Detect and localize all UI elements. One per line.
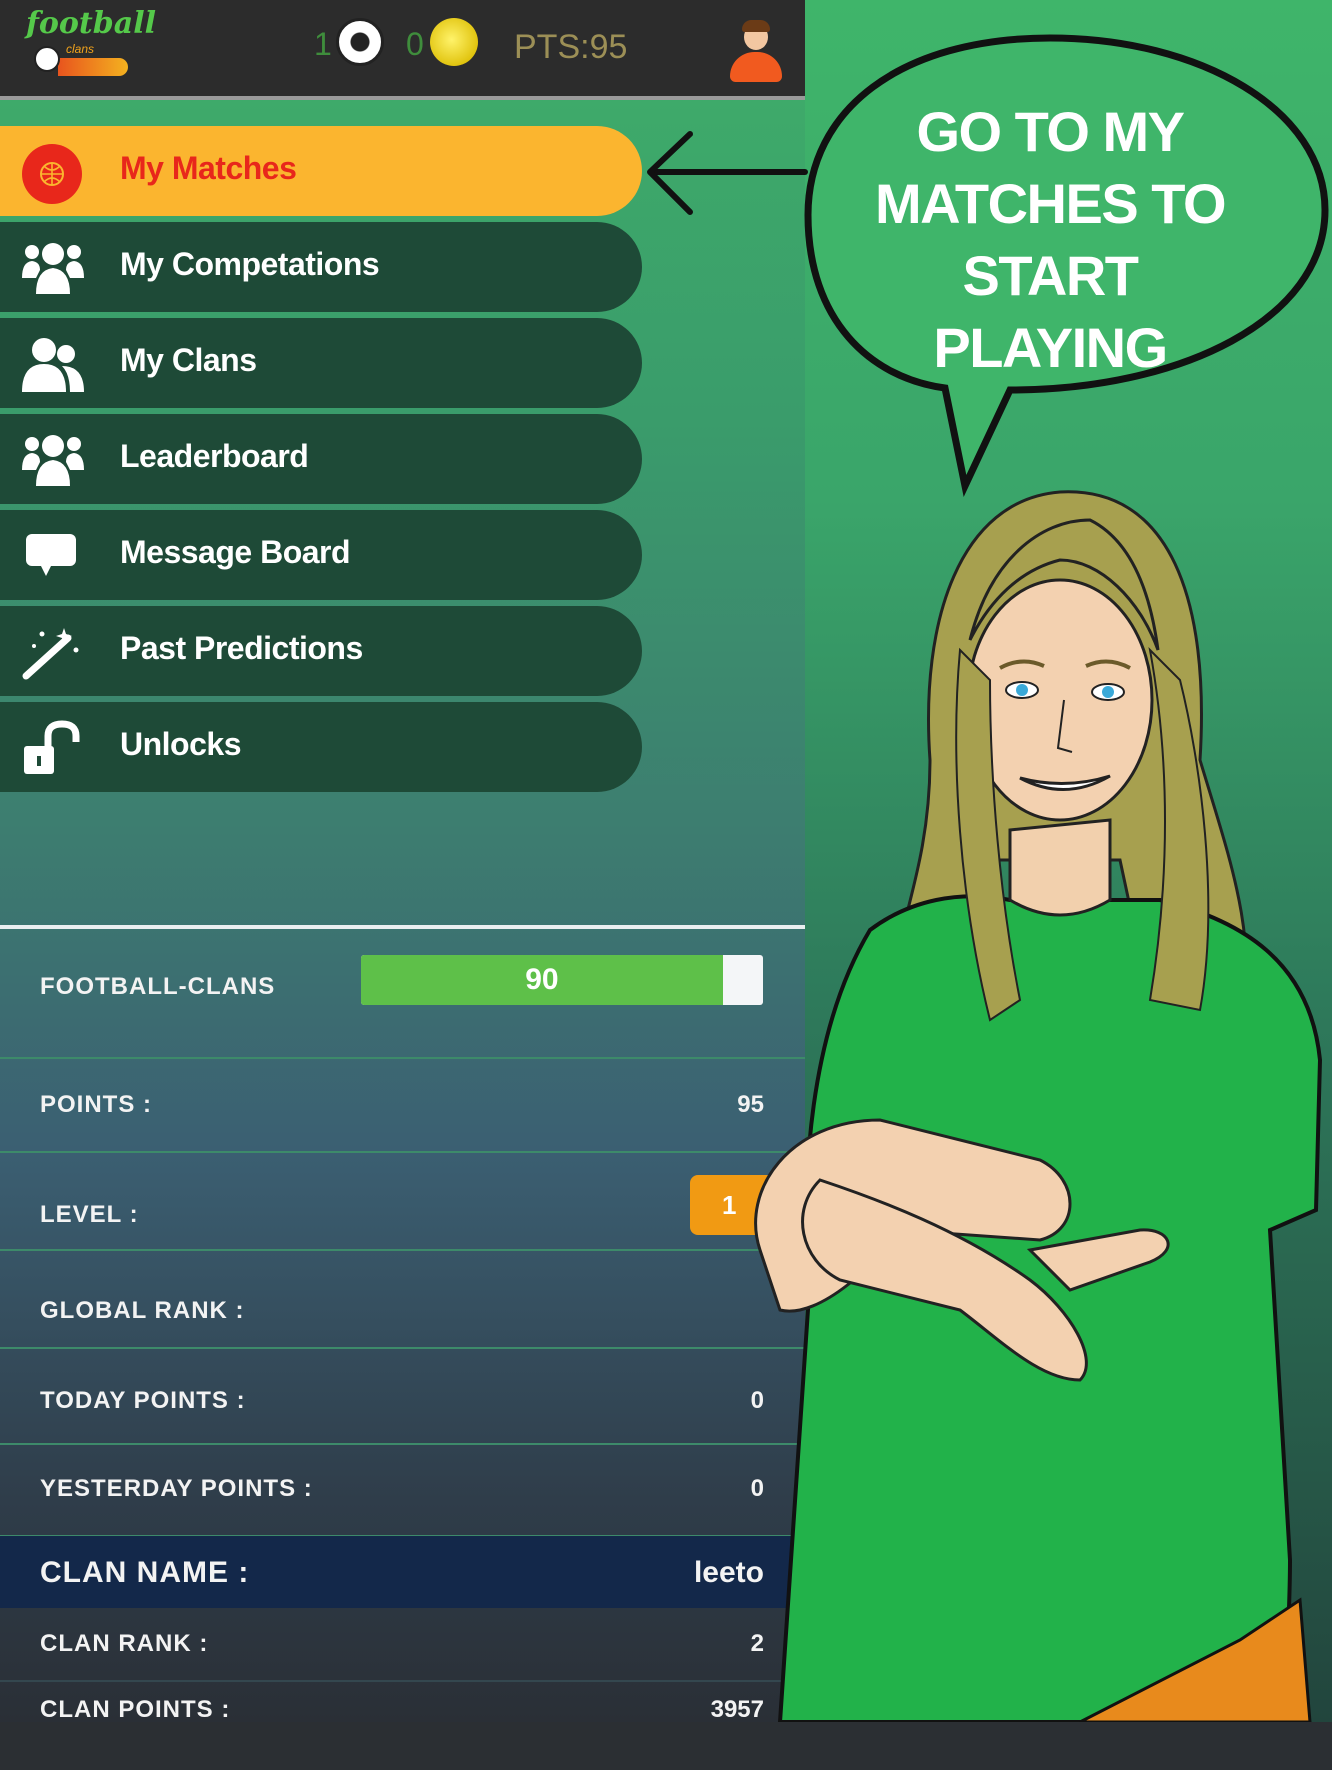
bottom-bar (0, 1722, 1332, 1770)
callout-text: GO TO MY MATCHES TO START PLAYING (840, 96, 1260, 384)
girl-illustration-icon (754, 490, 1323, 1724)
callout-line-3: START PLAYING (933, 244, 1168, 379)
callout-line-1: GO TO MY (916, 100, 1186, 163)
pointer-arrow-icon (647, 131, 808, 215)
callout-line-2: MATCHES TO (874, 172, 1227, 235)
